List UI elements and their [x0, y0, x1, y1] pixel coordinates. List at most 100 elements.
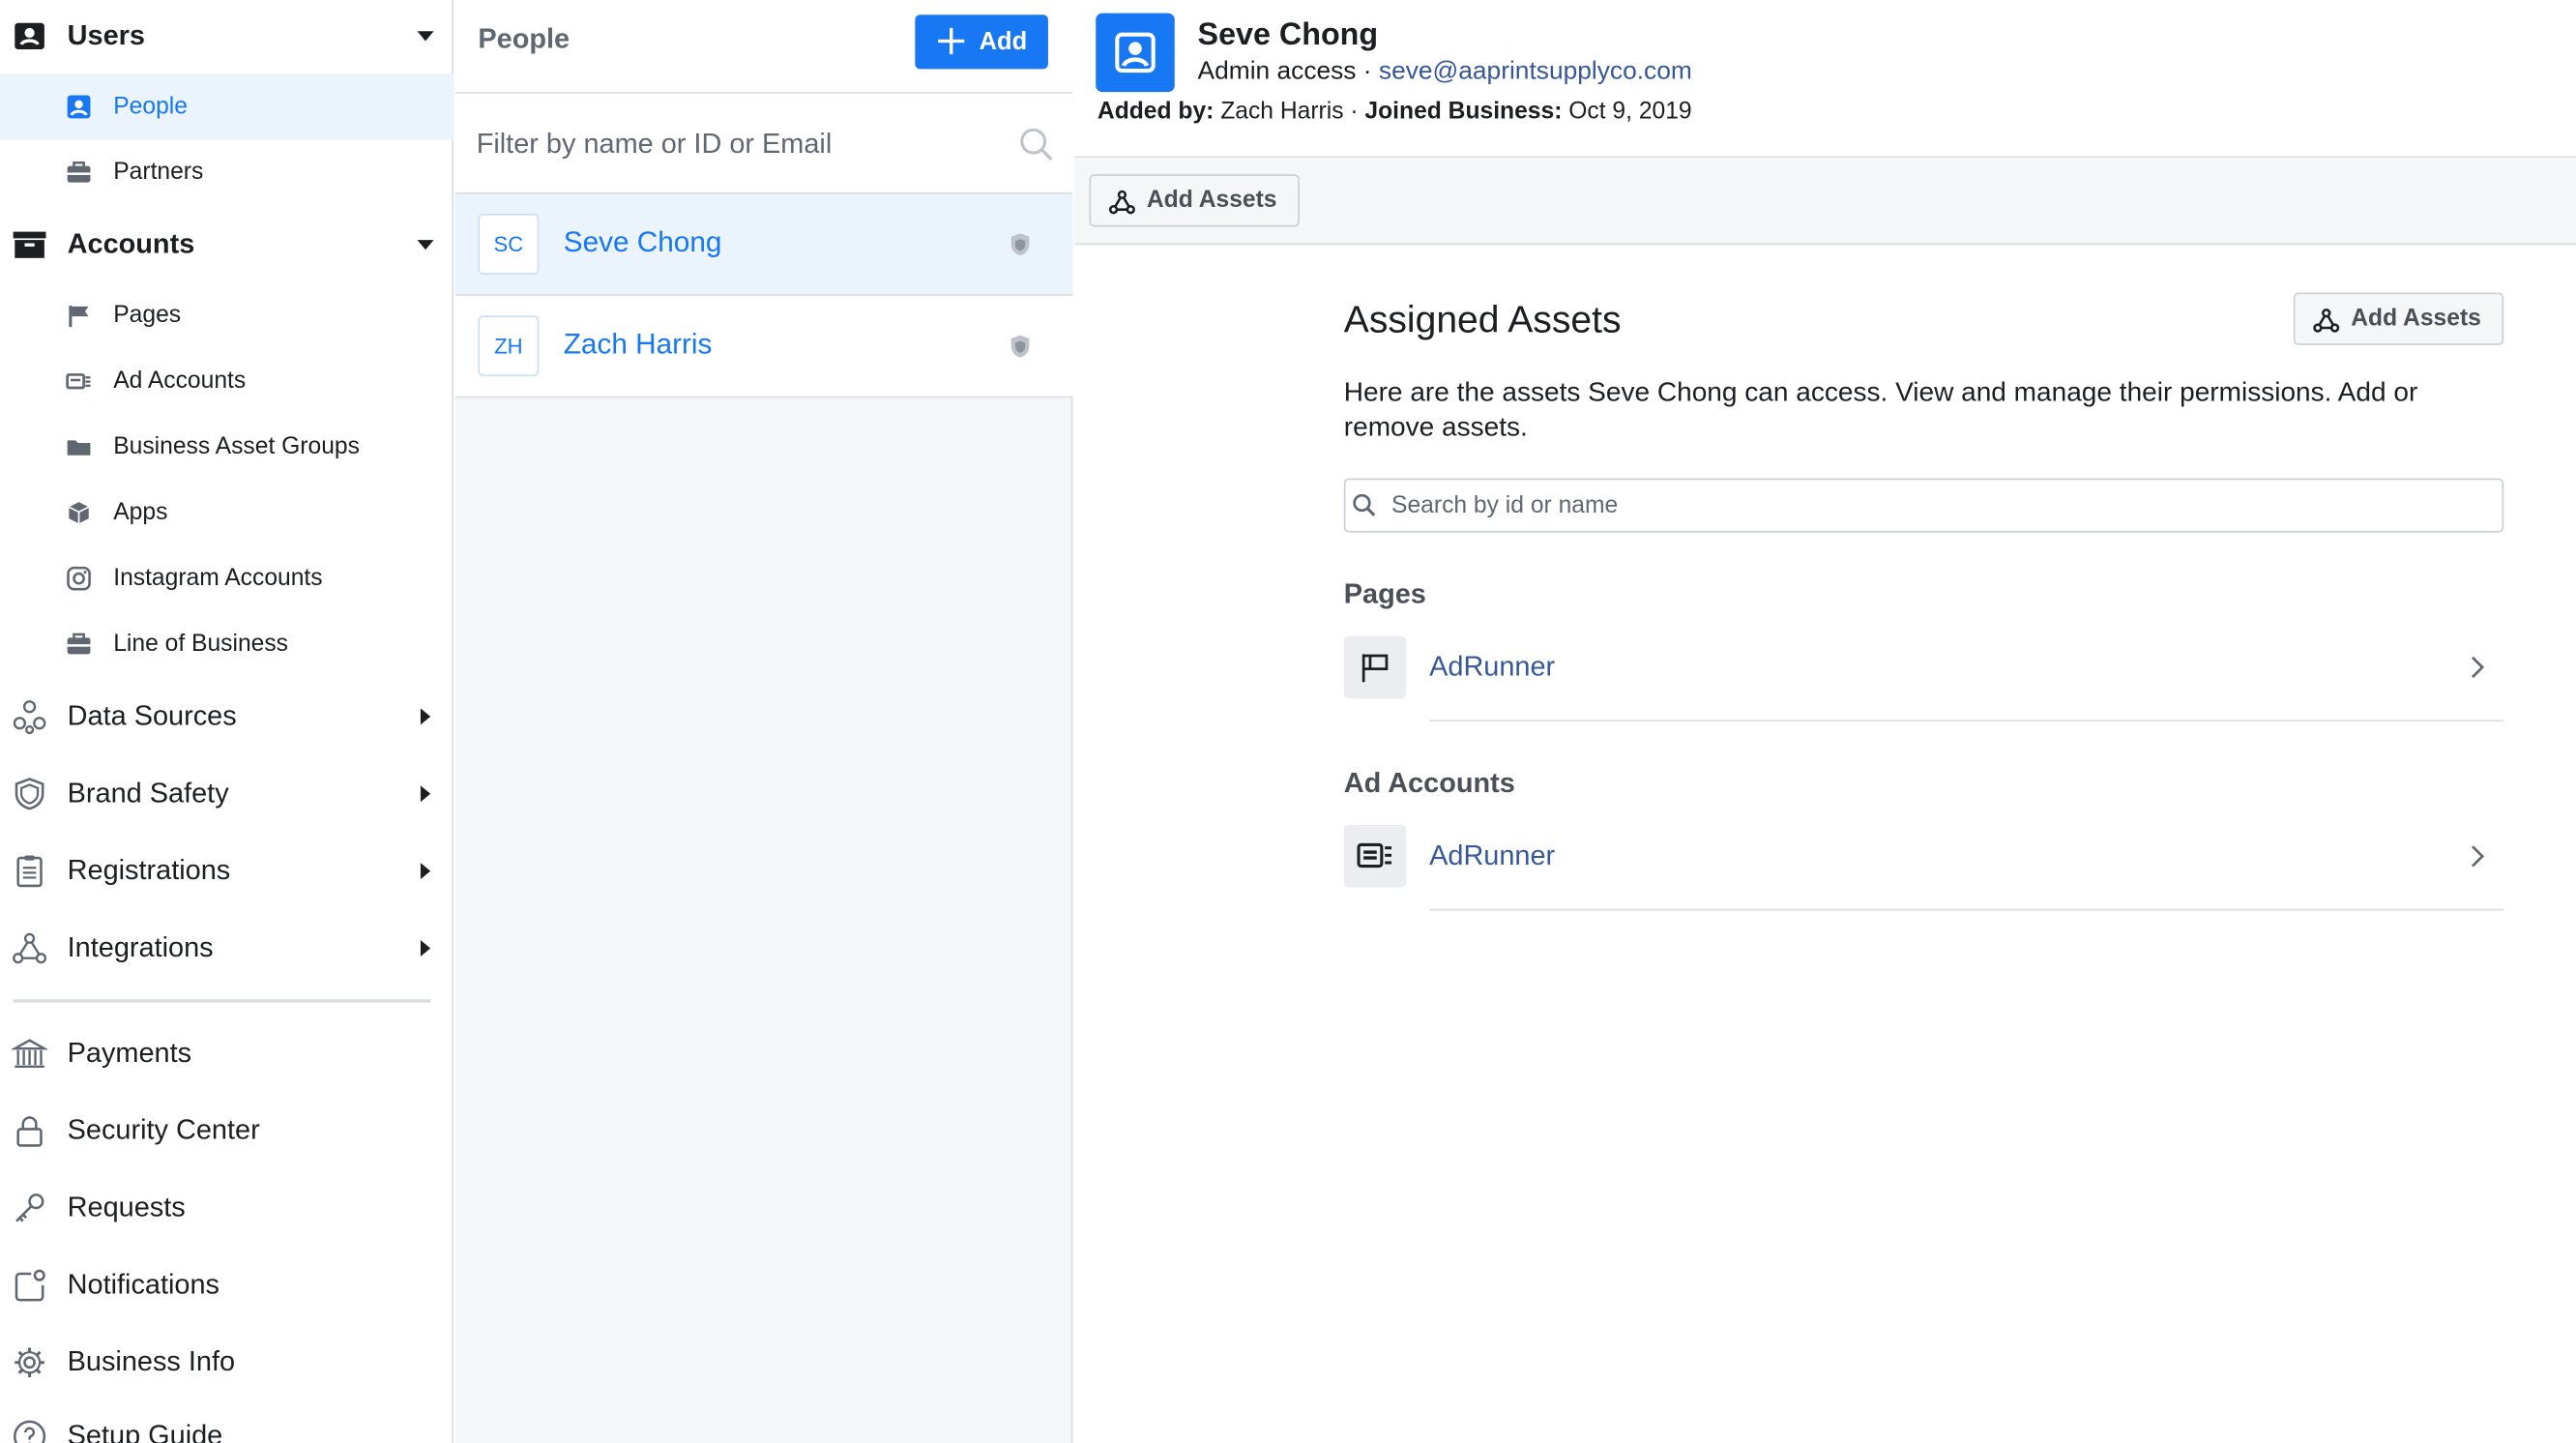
- lock-icon: [12, 1112, 47, 1148]
- search-icon: [1353, 493, 1376, 516]
- asset-row-ad-account[interactable]: AdRunner: [1343, 825, 2504, 914]
- row-divider: [1429, 720, 2504, 722]
- asset-search-input[interactable]: [1391, 483, 2476, 530]
- detail-toolbar: Add Assets: [1074, 158, 2576, 246]
- sidebar-section-accounts-label: Accounts: [67, 228, 195, 260]
- admin-shield-icon: [1010, 335, 1030, 358]
- asset-row-page[interactable]: AdRunner: [1343, 635, 2504, 725]
- person-row-zach-harris[interactable]: ZH Zach Harris: [454, 295, 1073, 398]
- assigned-assets-title: Assigned Assets: [1343, 297, 1622, 340]
- sidebar-item-notifications[interactable]: Notifications: [0, 1249, 454, 1321]
- row-divider: [1429, 908, 2504, 911]
- assigned-assets-description: Here are the assets Seve Chong can acces…: [1343, 377, 2418, 443]
- person-name: Seve Chong: [563, 224, 722, 258]
- sidebar-section-accounts[interactable]: Accounts: [0, 209, 454, 281]
- sidebar-item-notifications-label: Notifications: [67, 1268, 220, 1301]
- sidebar-item-ad-accounts-label: Ad Accounts: [113, 368, 247, 395]
- sidebar-item-brand-safety-label: Brand Safety: [67, 777, 229, 810]
- sidebar-item-pages[interactable]: Pages: [0, 282, 454, 348]
- plus-icon: [938, 27, 965, 55]
- clipboard-icon: [12, 853, 47, 889]
- added-by-label: Added by:: [1097, 98, 1215, 126]
- shield-icon: [12, 776, 47, 811]
- section-title-ad-accounts: Ad Accounts: [1343, 767, 1515, 799]
- sidebar-item-people[interactable]: People: [0, 74, 454, 140]
- folder-icon: [66, 434, 92, 460]
- briefcase-icon: [66, 160, 92, 186]
- chevron-right-icon: [420, 940, 431, 957]
- bank-icon: [11, 1036, 48, 1072]
- section-title-pages: Pages: [1343, 578, 1426, 610]
- sidebar-section-users[interactable]: Users: [0, 0, 454, 73]
- integrations-icon: [1108, 190, 1135, 215]
- sidebar-item-setup-guide[interactable]: Setup Guide: [0, 1400, 454, 1443]
- person-detail: Seve Chong Admin access · seve@aaprintsu…: [1074, 0, 2576, 1443]
- sidebar-item-payments-label: Payments: [67, 1037, 192, 1069]
- sidebar-item-payments[interactable]: Payments: [0, 1017, 454, 1090]
- search-icon[interactable]: [1018, 127, 1054, 162]
- sidebar-item-security-center[interactable]: Security Center: [0, 1095, 454, 1167]
- person-access-line: Admin access · seve@aaprintsupplyco.com: [1198, 57, 1692, 87]
- sidebar-item-partners-label: Partners: [113, 159, 204, 187]
- person-name: Zach Harris: [563, 327, 713, 361]
- asset-name[interactable]: AdRunner: [1429, 651, 1555, 684]
- sidebar-item-line-of-business[interactable]: Line of Business: [0, 611, 454, 677]
- sidebar: Users People Partners Accounts Pages Ad …: [0, 0, 454, 1443]
- avatar: ZH: [478, 315, 540, 377]
- people-panel: People Add SC Seve Chong ZH Zach Harris: [454, 0, 1073, 1443]
- sidebar-item-partners[interactable]: Partners: [0, 139, 454, 205]
- sidebar-item-data-sources[interactable]: Data Sources: [0, 681, 454, 753]
- chevron-right-icon[interactable]: [2466, 843, 2489, 869]
- chevron-down-icon: [417, 31, 434, 42]
- sidebar-item-registrations[interactable]: Registrations: [0, 835, 454, 907]
- add-person-button-label: Add: [979, 27, 1028, 56]
- add-person-button[interactable]: Add: [915, 15, 1048, 70]
- sidebar-item-ad-accounts[interactable]: Ad Accounts: [0, 348, 454, 414]
- toolbar-add-assets-button[interactable]: Add Assets: [1089, 174, 1300, 227]
- sidebar-item-integrations[interactable]: Integrations: [0, 912, 454, 985]
- accounts-icon: [13, 228, 46, 261]
- people-title: People: [478, 22, 571, 55]
- separator: ·: [1350, 98, 1365, 126]
- add-assets-button[interactable]: Add Assets: [2293, 292, 2504, 345]
- person-row-seve-chong[interactable]: SC Seve Chong: [454, 193, 1073, 296]
- people-filter-input[interactable]: [476, 120, 1003, 170]
- people-header: People Add: [454, 0, 1073, 94]
- flag-icon: [1343, 635, 1407, 699]
- chevron-right-icon[interactable]: [2466, 654, 2489, 680]
- data-sources-icon: [12, 698, 47, 735]
- integrations-icon: [2313, 309, 2340, 333]
- separator: ·: [1356, 57, 1379, 86]
- sidebar-item-instagram-accounts[interactable]: Instagram Accounts: [0, 545, 454, 611]
- avatar: SC: [478, 213, 540, 275]
- sidebar-item-business-asset-groups-label: Business Asset Groups: [113, 433, 360, 460]
- sidebar-item-data-sources-label: Data Sources: [67, 699, 237, 732]
- sidebar-item-registrations-label: Registrations: [67, 854, 231, 886]
- person-email-link[interactable]: seve@aaprintsupplyco.com: [1379, 57, 1692, 85]
- sidebar-item-business-info[interactable]: Business Info: [0, 1326, 454, 1399]
- sidebar-item-security-center-label: Security Center: [67, 1114, 260, 1146]
- users-icon: [14, 19, 46, 52]
- joined-value: Oct 9, 2019: [1568, 98, 1692, 126]
- asset-name[interactable]: AdRunner: [1429, 839, 1555, 872]
- gear-icon: [12, 1344, 47, 1380]
- sidebar-item-apps-label: Apps: [113, 499, 168, 526]
- integrations-icon: [12, 930, 47, 966]
- sidebar-item-instagram-accounts-label: Instagram Accounts: [113, 565, 323, 592]
- sidebar-item-business-asset-groups[interactable]: Business Asset Groups: [0, 414, 454, 480]
- cube-icon: [66, 500, 92, 526]
- sidebar-item-brand-safety[interactable]: Brand Safety: [0, 757, 454, 830]
- sidebar-item-business-info-label: Business Info: [67, 1345, 236, 1378]
- ad-account-icon: [66, 368, 92, 395]
- chevron-right-icon: [420, 785, 431, 803]
- asset-search: [1343, 478, 2504, 533]
- sidebar-item-integrations-label: Integrations: [67, 931, 214, 963]
- person-icon: [66, 94, 92, 120]
- sidebar-item-requests[interactable]: Requests: [0, 1172, 454, 1245]
- sidebar-item-line-of-business-label: Line of Business: [113, 631, 289, 658]
- add-assets-button-label: Add Assets: [2351, 306, 2481, 333]
- sidebar-item-apps[interactable]: Apps: [0, 480, 454, 545]
- help-icon: [12, 1419, 47, 1443]
- sidebar-item-pages-label: Pages: [113, 302, 182, 329]
- sidebar-item-requests-label: Requests: [67, 1192, 186, 1223]
